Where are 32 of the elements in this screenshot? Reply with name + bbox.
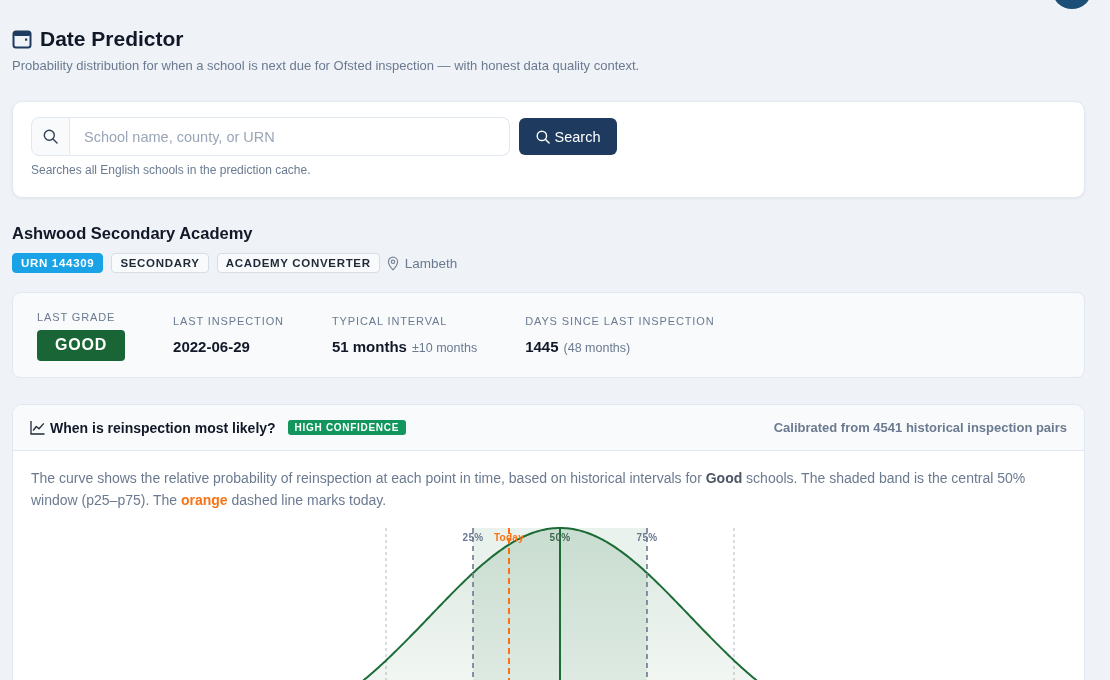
marker-label: Today	[493, 532, 525, 543]
type-tag: SECONDARY	[111, 253, 209, 273]
confidence-badge: HIGH CONFIDENCE	[287, 420, 406, 435]
search-hint: Searches all English schools in the prediction cache.	[31, 162, 312, 178]
search-icon	[31, 117, 70, 156]
page-subtitle: Probability distribution for when a school is next due for Ofsted inspection — with honest data quality context.	[12, 57, 641, 75]
stat-value: 1445	[525, 336, 559, 357]
page-title: Date Predictor	[40, 27, 184, 51]
chart-description: The curve shows the relative probability of reinspection at each point in time, based on historical intervals for Good schools. The shaded band is the central 50% window (p25–p75). The orange dashed line marks today.	[31, 469, 1027, 510]
stat-label: LAST GRADE	[37, 309, 116, 324]
calendar-icon	[12, 29, 32, 49]
school-name: Ashwood Secondary Academy	[12, 223, 254, 244]
search-icon	[535, 129, 550, 144]
grade-badge: GOOD	[37, 329, 126, 361]
search-button[interactable]: Search	[519, 118, 617, 155]
stat-label: LAST INSPECTION	[173, 313, 284, 328]
calibration-note: Calibrated from 4541 historical inspection pairs	[773, 420, 1067, 435]
search-field[interactable]: School name, county, or URN	[70, 117, 510, 156]
location-label: Lambeth	[404, 255, 458, 271]
card-title: When is reinspection most likely?	[50, 419, 276, 436]
marker-label: 75%	[636, 532, 658, 543]
location-pin-icon	[386, 255, 399, 271]
stat-label: DAYS SINCE LAST INSPECTION	[525, 313, 715, 328]
urn-badge: URN 144309	[12, 253, 104, 273]
stat-value: 2022-06-29	[173, 336, 250, 357]
stat-value: 51 months	[331, 336, 407, 357]
line-chart-icon	[30, 420, 45, 435]
stat-note: (48 months)	[563, 340, 631, 355]
stat-note: ±10 months	[411, 340, 478, 355]
marker-label: 25%	[462, 532, 484, 543]
type-tag: ACADEMY CONVERTER	[216, 253, 380, 273]
stat-label: TYPICAL INTERVAL	[331, 313, 448, 328]
